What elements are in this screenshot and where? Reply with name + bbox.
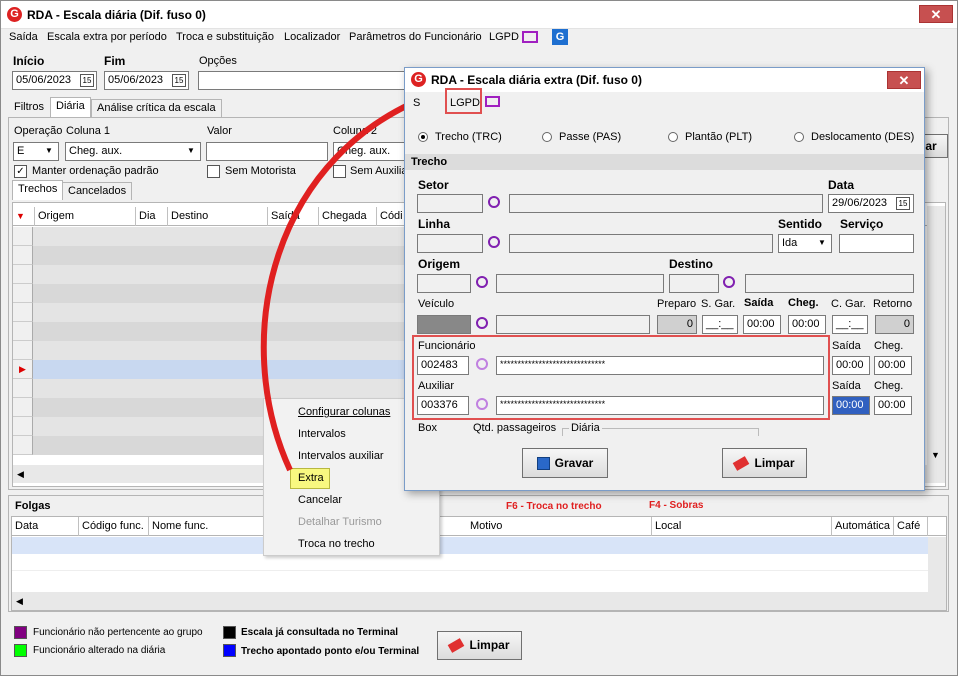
destino-code-field[interactable] <box>669 274 719 293</box>
setor-label: Setor <box>418 178 449 192</box>
servico-label: Serviço <box>840 217 884 231</box>
eraser-icon <box>733 456 750 472</box>
auxiliar-code-field[interactable]: 003376 <box>417 396 469 415</box>
dialog-close-button[interactable]: ✕ <box>887 71 921 89</box>
app-logo-icon: G <box>411 72 426 87</box>
funcionario-name-field: ****************************** <box>496 356 824 375</box>
search-icon[interactable] <box>723 276 735 288</box>
func-cheg-field[interactable]: 00:00 <box>874 356 912 375</box>
func-saida-field[interactable]: 00:00 <box>832 356 870 375</box>
dialog-title: RDA - Escala diária extra (Dif. fuso 0) <box>431 73 642 87</box>
preparo-field[interactable]: 0 <box>657 315 697 334</box>
retorno-label: Retorno <box>873 298 913 310</box>
search-icon[interactable] <box>476 317 488 329</box>
saida-field[interactable]: 00:00 <box>743 315 781 334</box>
monitor-icon[interactable] <box>485 96 500 107</box>
funcionario-code-field[interactable]: 002483 <box>417 356 469 375</box>
auxiliar-name-field: ****************************** <box>496 396 824 415</box>
radio-deslocamento[interactable] <box>794 132 804 142</box>
sgar-label: S. Gar. <box>701 298 736 310</box>
funcionario-label: Funcionário <box>418 340 476 352</box>
origem-label: Origem <box>418 257 461 271</box>
saida-label: Saída <box>744 297 774 309</box>
diaria-label: Diária <box>569 422 602 434</box>
dialog-limpar-button[interactable]: Limpar <box>722 448 807 478</box>
dialog-limpar-label: Limpar <box>754 456 795 470</box>
cgar-label: C. Gar. <box>831 298 866 310</box>
radio-plantao-label: Plantão (PLT) <box>685 131 753 143</box>
dialog-title-bar: G RDA - Escala diária extra (Dif. fuso 0… <box>405 68 924 92</box>
linha-label: Linha <box>418 217 450 231</box>
aux-cheg-label: Cheg. <box>874 380 904 392</box>
func-saida-label: Saída <box>832 340 861 352</box>
extra-dialog: G RDA - Escala diária extra (Dif. fuso 0… <box>404 67 925 491</box>
linha-name-field <box>509 234 773 253</box>
search-icon[interactable] <box>488 196 500 208</box>
servico-field[interactable] <box>839 234 914 253</box>
radio-group: Trecho (TRC) Passe (PAS) Plantão (PLT) D… <box>411 124 920 149</box>
sgar-field[interactable]: __:__ <box>702 315 738 334</box>
dialog-menu-saida[interactable]: S <box>413 97 420 109</box>
setor-code-field[interactable] <box>417 194 483 213</box>
lgpd-highlight <box>445 88 482 114</box>
search-icon[interactable] <box>476 276 488 288</box>
chevron-down-icon: ▼ <box>818 238 826 247</box>
cheg-field[interactable]: 00:00 <box>788 315 826 334</box>
retorno-field[interactable]: 0 <box>875 315 914 334</box>
destino-name-field <box>745 274 914 293</box>
origem-name-field <box>496 274 664 293</box>
setor-name-field <box>509 194 823 213</box>
origem-code-field[interactable] <box>417 274 471 293</box>
gravar-label: Gravar <box>554 456 594 470</box>
radio-passe-label: Passe (PAS) <box>559 131 622 143</box>
aux-saida-label: Saída <box>832 380 861 392</box>
destino-label: Destino <box>669 257 714 271</box>
sentido-label: Sentido <box>778 217 822 231</box>
radio-plantao[interactable] <box>668 132 678 142</box>
func-cheg-label: Cheg. <box>874 340 904 352</box>
radio-deslocamento-label: Deslocamento (DES) <box>811 131 915 143</box>
radio-passe[interactable] <box>542 132 552 142</box>
radio-trecho-label: Trecho (TRC) <box>435 131 502 143</box>
qtd-label: Qtd. passageiros <box>473 422 557 434</box>
cheg-label: Cheg. <box>788 297 819 309</box>
auxiliar-label: Auxiliar <box>418 380 455 392</box>
search-icon[interactable] <box>488 236 500 248</box>
veiculo-label: Veículo <box>418 298 455 310</box>
linha-code-field[interactable] <box>417 234 483 253</box>
preparo-label: Preparo <box>657 298 697 310</box>
gravar-button[interactable]: Gravar <box>522 448 608 478</box>
box-label: Box <box>418 422 437 434</box>
calendar-icon[interactable]: 15 <box>896 197 910 210</box>
cgar-field[interactable]: __:__ <box>832 315 868 334</box>
aux-cheg-field[interactable]: 00:00 <box>874 396 912 415</box>
save-icon <box>536 457 550 471</box>
radio-trecho[interactable] <box>418 132 428 142</box>
veiculo-code-field[interactable] <box>417 315 471 334</box>
veiculo-name-field <box>496 315 650 334</box>
trecho-section-header: Trecho <box>405 154 924 170</box>
data-label: Data <box>828 178 855 192</box>
search-icon[interactable] <box>476 398 488 410</box>
aux-saida-field[interactable]: 00:00 <box>832 396 870 415</box>
search-icon[interactable] <box>476 358 488 370</box>
